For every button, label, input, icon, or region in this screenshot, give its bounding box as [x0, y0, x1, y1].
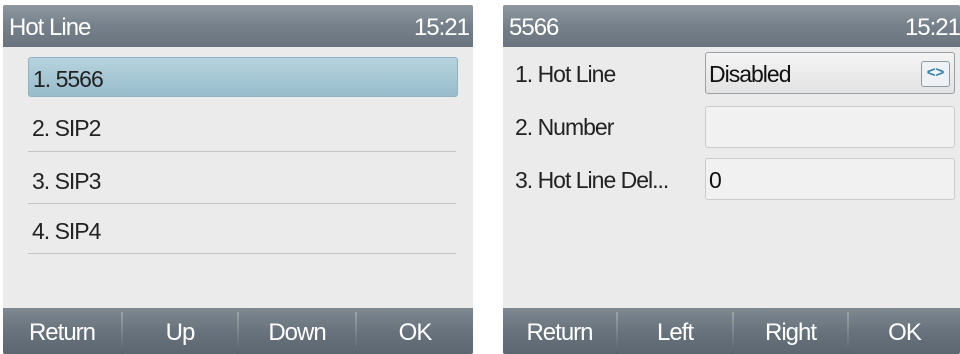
hot-line-delay-value: 0: [709, 167, 722, 193]
left-right-arrows-icon[interactable]: <>: [921, 61, 950, 87]
list-item-label: 4. SIP4: [32, 218, 101, 244]
list-item-5566[interactable]: 1. 5566: [28, 57, 458, 97]
screen-title: Hot Line: [9, 14, 91, 41]
hot-line-value: Disabled: [709, 61, 791, 87]
hotline-list-screen: Hot Line 15:21 1. 5566 2. SIP2 3. SIP3 4…: [3, 5, 473, 354]
hotline-settings-screen: 5566 15:21 1. Hot Line Disabled <> 2. Nu…: [503, 5, 960, 354]
number-field[interactable]: [705, 106, 955, 148]
list-item-sip4[interactable]: 4. SIP4: [28, 210, 456, 250]
return-softkey[interactable]: Return: [503, 308, 616, 354]
list-item-label: 1. 5566: [33, 66, 104, 92]
hot-line-delay-field[interactable]: 0: [705, 158, 955, 200]
divider: [28, 253, 456, 254]
right-softkey[interactable]: Right: [734, 308, 847, 354]
up-softkey[interactable]: Up: [123, 308, 237, 354]
account-list: 1. 5566 2. SIP2 3. SIP3 4. SIP4: [3, 47, 473, 308]
ok-softkey[interactable]: OK: [357, 308, 473, 354]
softkey-bar: Return Up Down OK: [3, 308, 473, 354]
softkey-bar: Return Left Right OK: [503, 308, 960, 354]
settings-form: 1. Hot Line Disabled <> 2. Number 3. Hot…: [503, 47, 960, 308]
return-softkey[interactable]: Return: [3, 308, 121, 354]
list-item-label: 2. SIP2: [32, 115, 101, 141]
divider: [28, 151, 456, 152]
clock: 15:21: [904, 14, 960, 41]
divider: [28, 203, 456, 204]
down-softkey[interactable]: Down: [239, 308, 355, 354]
hot-line-delay-label: 3. Hot Line Del...: [515, 167, 669, 193]
number-label: 2. Number: [515, 114, 614, 140]
hot-line-select[interactable]: Disabled <>: [705, 52, 955, 94]
list-item-label: 3. SIP3: [32, 168, 101, 194]
list-item-sip2[interactable]: 2. SIP2: [28, 107, 456, 147]
list-item-sip3[interactable]: 3. SIP3: [28, 160, 456, 200]
title-bar: Hot Line 15:21: [3, 5, 473, 47]
title-bar: 5566 15:21: [503, 5, 960, 47]
clock: 15:21: [413, 14, 470, 41]
ok-softkey[interactable]: OK: [849, 308, 960, 354]
screen-title: 5566: [509, 14, 559, 41]
hot-line-label: 1. Hot Line: [515, 61, 616, 87]
left-softkey[interactable]: Left: [618, 308, 732, 354]
